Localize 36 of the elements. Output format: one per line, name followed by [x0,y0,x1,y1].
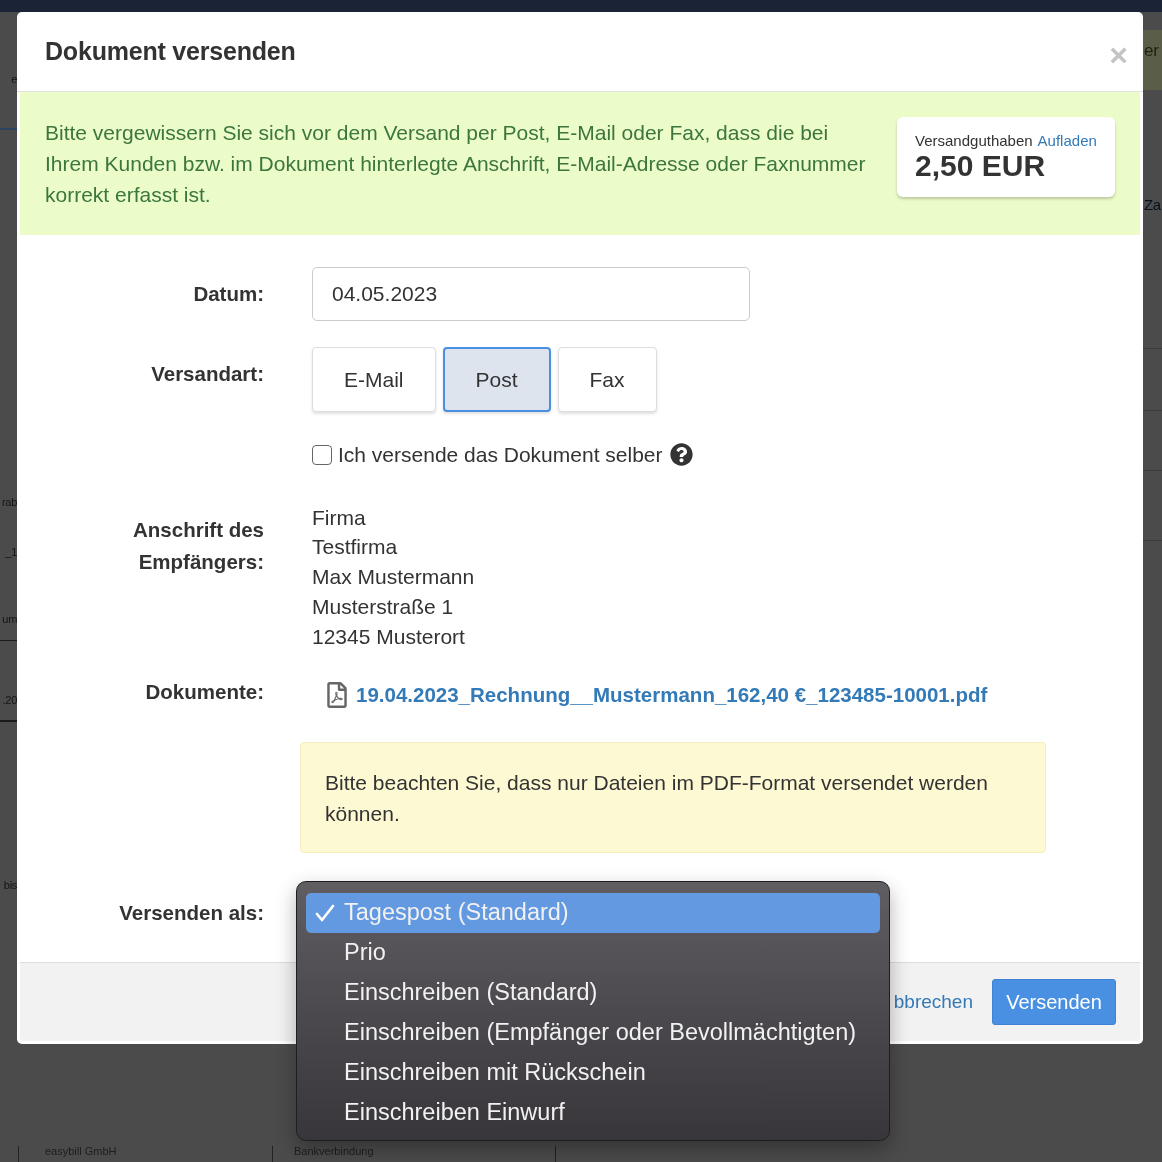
pdf-file-icon [327,682,347,709]
menu-option[interactable]: Prio [306,933,880,973]
checkbox-label[interactable]: Ich versende das Dokument selber [338,439,663,471]
background-text: er [1144,42,1159,59]
shipping-option[interactable]: Post [442,347,551,412]
background-text: rab [2,497,17,508]
check-icon [315,903,335,923]
pdf-note: Bitte beachten Sie, dass nur Dateien im PDF-Format versendet werden können. [300,742,1046,854]
address-line: 12345 Musterort [312,623,465,650]
dialog-title: Dokument versenden [45,35,296,67]
notice-text: Bitte vergewissern Sie sich vor dem Versand per Post, E-Mail oder Fax, dass die bei Ihrem Kunden bzw. im Dokument hinterlegte Anschrift, E-Mail-Adresse oder Faxnummer korrekt erfasst ist. [45,120,867,208]
menu-option[interactable]: Einschreiben (Standard) [306,973,880,1013]
address-line: Max Mustermann [312,564,475,591]
menu-option[interactable]: Einschreiben (Empfänger oder Bevollmächtigten) [306,1013,880,1053]
menu-option[interactable]: Einschreiben Einwurf [306,1093,880,1133]
field-label: Versenden als: [118,900,264,927]
field-label: Anschrift des Empfängers: [132,516,264,575]
date-field[interactable]: 04.05.2023 [312,267,750,321]
balance-amount: 2,50 EUR [915,149,1047,183]
help-icon[interactable] [669,443,693,467]
field-label: Datum: [192,280,264,307]
shipping-option[interactable]: E-Mail [312,347,436,412]
cancel-link[interactable]: bbrechen [893,987,973,1017]
menu-option[interactable]: Einschreiben mit Rückschein [306,1053,880,1093]
document-link[interactable]: 19.04.2023_Rechnung__Mustermann_162,40 €_123485-10001.pdf [356,680,988,711]
checkbox[interactable] [312,444,332,465]
address-line: Musterstraße 1 [312,593,454,620]
background-text: _1 [5,547,17,558]
shipping-option[interactable]: Fax [557,347,657,412]
address-line: Testfirma [312,534,398,561]
top-up-link[interactable]: Aufladen [1037,132,1097,149]
balance-label: Versandguthaben [915,132,1033,149]
background-text: Za [1144,197,1161,212]
field-label: Dokumente: [144,679,264,706]
address-line: Firma [312,504,366,531]
field-label: Versandart: [150,361,264,387]
